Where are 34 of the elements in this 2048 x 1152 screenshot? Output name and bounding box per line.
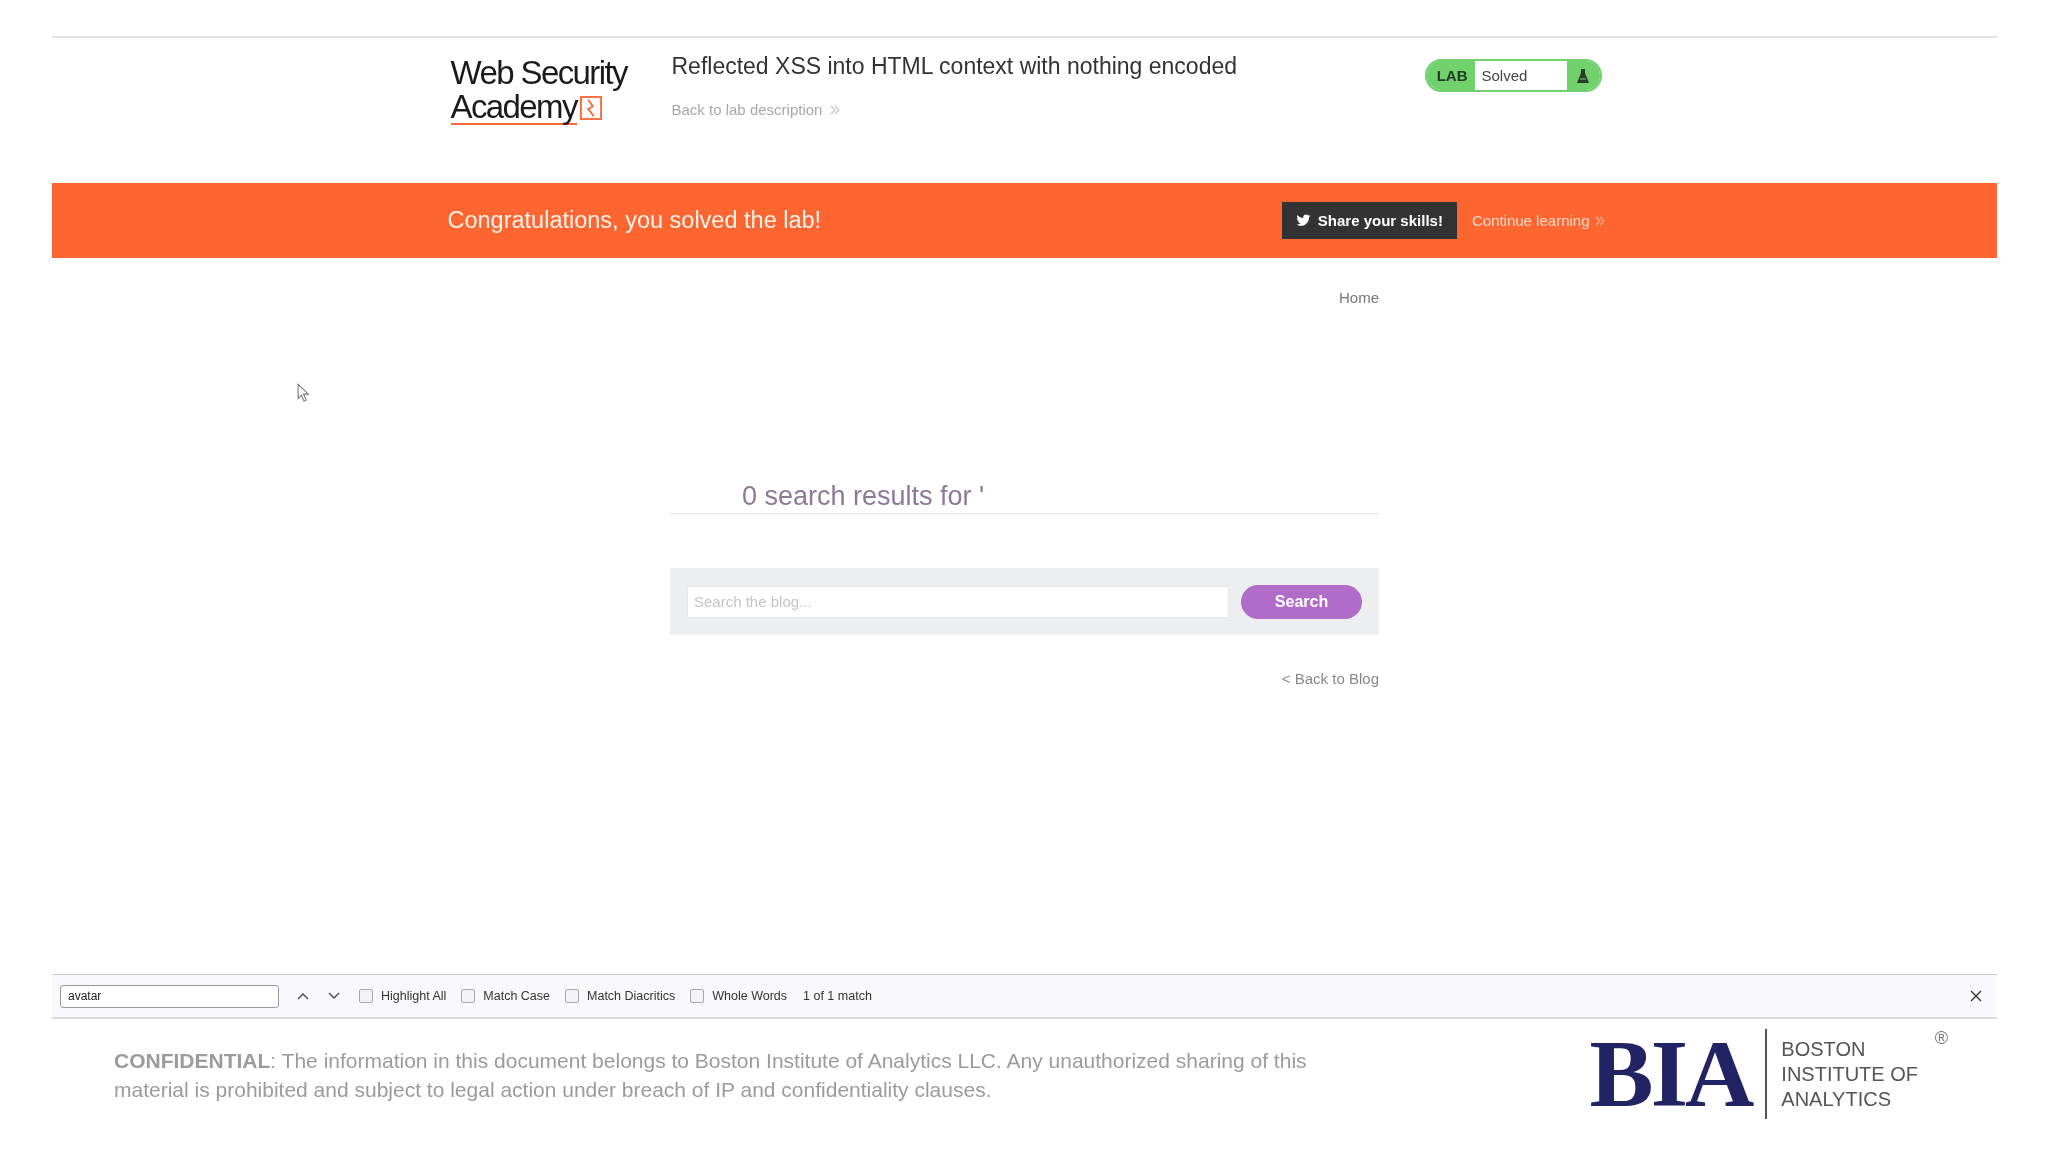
bird-icon xyxy=(1295,214,1311,227)
checkbox[interactable] xyxy=(690,989,705,1003)
brand-name: BOSTON INSTITUTE OF ANALYTICS xyxy=(1781,1036,1918,1112)
brand-initials: BIA xyxy=(1589,1033,1752,1115)
share-button[interactable]: Share your skills! xyxy=(1281,202,1457,239)
checkbox-label: Match Diacritics xyxy=(587,989,676,1003)
search-results-heading: 0 search results for ' xyxy=(742,480,985,513)
back-to-blog-link[interactable]: < Back to Blog xyxy=(1281,670,1379,687)
checkbox[interactable] xyxy=(359,989,373,1003)
confidentiality-notice: CONFIDENTIAL: The information in this document belongs to Boston Institute of Analytics LLC. Any unauthorized sharing of this material is prohibited and subject to legal action under breach of IP and confidentiality clauses. xyxy=(114,1048,1308,1103)
academy-logo[interactable]: Web Security Academy xyxy=(450,55,656,125)
lab-title: Reflected XSS into HTML context with nothing encoded xyxy=(671,52,1238,80)
checkbox-label: Whole Words xyxy=(712,989,788,1003)
checkbox[interactable] xyxy=(461,989,476,1003)
lightning-bolt-icon xyxy=(579,95,602,120)
checkbox-label: Match Case xyxy=(483,989,551,1003)
close-icon[interactable] xyxy=(1970,990,1982,1002)
mouse-pointer-icon xyxy=(297,383,310,403)
match-count: 1 of 1 match xyxy=(803,989,872,1003)
find-field[interactable]: avatar xyxy=(60,984,279,1008)
flask-icon xyxy=(1575,67,1590,84)
double-chevron-icon xyxy=(830,104,841,115)
checkbox-label: Highlight All xyxy=(381,989,447,1003)
checkbox[interactable] xyxy=(565,989,580,1003)
registered-mark: ® xyxy=(1934,1029,1948,1047)
home-link[interactable]: Home xyxy=(1339,289,1379,307)
search-button[interactable]: Search xyxy=(1241,584,1362,619)
lab-tag: LAB xyxy=(1426,61,1475,90)
double-chevron-icon xyxy=(1594,215,1605,226)
down-chevron-icon[interactable] xyxy=(328,992,340,1000)
back-to-lab-link[interactable]: Back to lab description xyxy=(671,101,841,118)
up-chevron-icon[interactable] xyxy=(297,992,309,1000)
search-field[interactable]: Search the blog... xyxy=(687,585,1229,618)
congratulations-message: Congratulations, you solved the lab! xyxy=(447,207,822,234)
